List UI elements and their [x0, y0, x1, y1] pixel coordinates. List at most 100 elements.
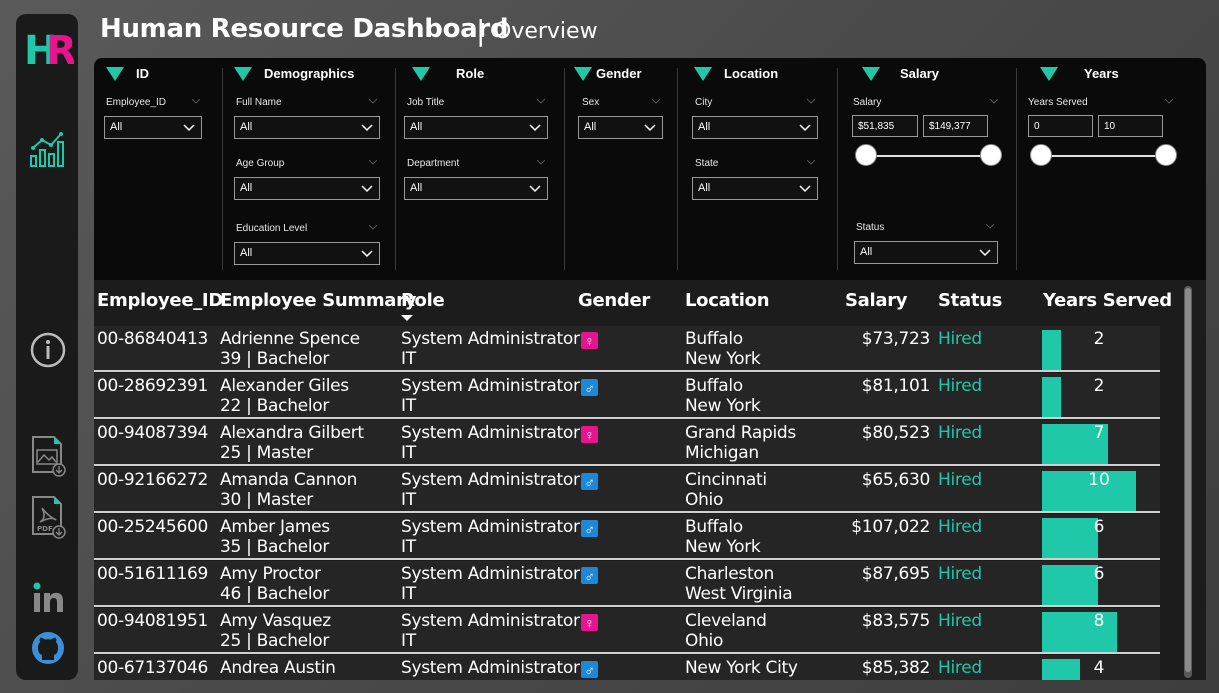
- years-served-bar: [1042, 330, 1061, 370]
- chevron-down-icon[interactable]: [537, 160, 545, 165]
- col-gender[interactable]: Gender: [578, 290, 650, 311]
- years-slider-min-handle[interactable]: [1030, 144, 1052, 166]
- linkedin-icon[interactable]: [30, 580, 66, 616]
- chevron-down-icon[interactable]: [537, 99, 545, 104]
- chevron-down-icon[interactable]: [986, 224, 994, 229]
- employee-id-select[interactable]: All: [104, 116, 202, 139]
- chevron-down-icon[interactable]: [990, 99, 998, 104]
- table-row[interactable]: 00-25245600 Amber James 35 | Bachelor Syste…: [94, 514, 1160, 560]
- filter-heading-years: Years: [1040, 66, 1119, 81]
- col-employee-summary[interactable]: Employee Summary: [220, 290, 416, 311]
- state-select[interactable]: All: [692, 177, 818, 200]
- chart-icon[interactable]: [28, 130, 68, 170]
- table-row[interactable]: 00-86840413 Adrienne Spence 39 | Bachelor S…: [94, 326, 1160, 372]
- chevron-down-icon[interactable]: [369, 99, 377, 104]
- years-served-value: 10: [1088, 470, 1110, 490]
- triangle-icon: [234, 66, 252, 81]
- salary-slider-track[interactable]: [866, 155, 990, 157]
- sex-select[interactable]: All: [578, 116, 663, 139]
- salary-min-input[interactable]: $51,835: [852, 115, 918, 137]
- female-icon: ♀: [581, 614, 598, 631]
- employee-id-cell: 00-51611169: [97, 564, 208, 584]
- filter-heading-salary: Salary: [862, 66, 939, 81]
- col-status[interactable]: Status: [938, 290, 1002, 311]
- info-icon[interactable]: [30, 332, 66, 368]
- table-row[interactable]: 00-28692391 Alexander Giles 22 | Bachelor S…: [94, 373, 1160, 419]
- image-export-icon[interactable]: [30, 434, 66, 478]
- years-slider-track[interactable]: [1041, 155, 1165, 157]
- table-row[interactable]: 00-94081951 Amy Vasquez 25 | Bachelor Syste…: [94, 608, 1160, 654]
- filter-heading-location: Location: [694, 66, 778, 81]
- employee-id-cell: 00-94087394: [97, 423, 208, 443]
- status-select[interactable]: All: [854, 241, 998, 264]
- salary-max-input[interactable]: $149,377: [923, 115, 988, 137]
- svg-text:PDF: PDF: [37, 525, 53, 533]
- state-value: All: [698, 182, 711, 194]
- age-group-select[interactable]: All: [234, 177, 380, 200]
- table-row[interactable]: 00-67137046 Andrea Austin System Administr…: [94, 655, 1160, 680]
- department-cell: IT: [401, 443, 416, 463]
- chevron-down-icon[interactable]: [652, 99, 660, 104]
- triangle-icon: [694, 66, 712, 81]
- chevron-down-icon[interactable]: [1165, 99, 1173, 104]
- chevron-down-icon[interactable]: [369, 225, 377, 230]
- employee-summary-cell: 46 | Bachelor: [220, 584, 330, 604]
- chevron-down-icon[interactable]: [807, 160, 815, 165]
- filter-panel: ID Employee_ID All Demographics Full Nam…: [94, 58, 1206, 280]
- department-select[interactable]: All: [404, 177, 548, 200]
- chevron-down-icon[interactable]: [369, 160, 377, 165]
- vertical-scrollbar[interactable]: [1184, 286, 1192, 678]
- education-level-select[interactable]: All: [234, 242, 380, 265]
- sex-value: All: [584, 121, 597, 133]
- full-name-value: All: [240, 121, 253, 133]
- department-cell: IT: [401, 631, 416, 651]
- job-title-select[interactable]: All: [404, 116, 548, 139]
- table-row[interactable]: 00-94087394 Alexandra Gilbert 25 | Master S…: [94, 420, 1160, 466]
- salary-cell: $87,695: [861, 564, 931, 584]
- chevron-down-icon: [361, 250, 373, 258]
- salary-slider-min-handle[interactable]: [855, 144, 877, 166]
- col-location[interactable]: Location: [685, 290, 770, 311]
- col-employee-id[interactable]: Employee_ID: [97, 290, 223, 311]
- years-min-input[interactable]: 0: [1028, 115, 1093, 137]
- scrollbar-thumb[interactable]: [1185, 288, 1191, 672]
- department-cell: IT: [401, 537, 416, 557]
- years-served-bar: [1042, 659, 1080, 680]
- city-select[interactable]: All: [692, 116, 818, 139]
- state-cell: Ohio: [685, 490, 724, 510]
- chevron-down-icon[interactable]: [192, 99, 200, 104]
- chevron-down-icon: [799, 185, 811, 193]
- job-title-cell: System Administrator: [401, 470, 580, 490]
- salary-cell: $107,022: [851, 517, 930, 537]
- job-title-label: Job Title: [407, 97, 445, 108]
- years-max-input[interactable]: 10: [1098, 115, 1163, 137]
- city-cell: Buffalo: [685, 329, 743, 349]
- full-name-label: Full Name: [236, 97, 282, 108]
- employee-name-cell: Andrea Austin: [220, 658, 336, 678]
- github-icon[interactable]: [30, 630, 66, 666]
- table-row[interactable]: 00-51611169 Amy Proctor 46 | Bachelor Syste…: [94, 561, 1160, 607]
- sex-label: Sex: [582, 97, 600, 108]
- department-label: Department: [407, 158, 460, 169]
- salary-cell: $83,575: [861, 611, 931, 631]
- status-cell: Hired: [938, 517, 982, 537]
- pdf-export-icon[interactable]: PDF: [30, 494, 66, 540]
- years-slider-max-handle[interactable]: [1155, 144, 1177, 166]
- col-salary[interactable]: Salary: [845, 290, 908, 311]
- salary-cell: $80,523: [861, 423, 931, 443]
- col-role[interactable]: Role: [401, 290, 445, 311]
- state-cell: New York: [685, 537, 761, 557]
- full-name-select[interactable]: All: [234, 116, 380, 139]
- employee-name-cell: Amanda Cannon: [220, 470, 358, 490]
- chevron-down-icon: [361, 185, 373, 193]
- chevron-down-icon[interactable]: [807, 99, 815, 104]
- salary-slider-max-handle[interactable]: [980, 144, 1002, 166]
- chevron-down-icon: [183, 124, 195, 132]
- col-years-served[interactable]: Years Served: [1043, 290, 1172, 311]
- employee-name-cell: Amy Vasquez: [220, 611, 331, 631]
- education-level-value: All: [240, 247, 253, 259]
- table-row[interactable]: 00-92166272 Amanda Cannon 30 | Master Syste…: [94, 467, 1160, 513]
- sort-descending-icon[interactable]: [401, 315, 413, 321]
- table-header: Employee_ID Employee Summary Role Gender…: [94, 280, 1172, 326]
- job-title-value: All: [410, 121, 423, 133]
